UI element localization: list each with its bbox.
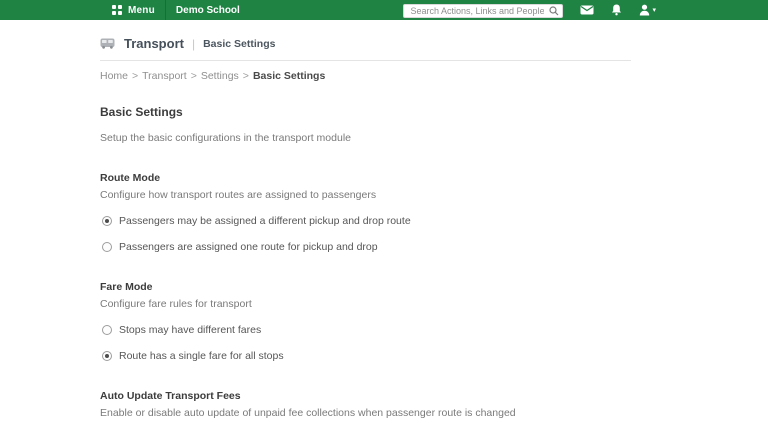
section-description: Enable or disable auto update of unpaid … (100, 407, 516, 419)
header-divider (100, 60, 631, 61)
breadcrumb-home[interactable]: Home (100, 70, 128, 82)
route-mode-option-different[interactable]: Passengers may be assigned a different p… (100, 215, 631, 227)
breadcrumb: Home > Transport > Settings > Basic Settings (100, 70, 326, 82)
section-auto-update-fees: Auto Update Transport Fees Enable or dis… (100, 390, 631, 430)
option-label: Passengers may be assigned a different p… (119, 215, 411, 227)
user-icon[interactable]: ▾ (639, 4, 656, 16)
page-header: Transport | Basic Settings (100, 36, 768, 51)
breadcrumb-settings[interactable]: Settings (201, 70, 239, 82)
navbar-divider (164, 0, 166, 20)
section-title: Fare Mode (100, 281, 153, 293)
breadcrumb-transport[interactable]: Transport (142, 70, 187, 82)
chevron-down-icon: ▾ (652, 6, 656, 14)
search-input[interactable] (403, 4, 564, 18)
menu-label: Menu (128, 4, 155, 16)
bell-icon[interactable] (611, 4, 622, 16)
option-label: Stops may have different fares (119, 324, 262, 336)
grid-menu-icon (112, 5, 122, 15)
section-title: Route Mode (100, 172, 161, 184)
module-title: Transport (124, 36, 184, 51)
page-title: Basic Settings (100, 105, 183, 119)
mail-icon[interactable] (580, 5, 594, 15)
fare-mode-option-single-fare[interactable]: Route has a single fare for all stops (100, 350, 631, 362)
breadcrumb-current: Basic Settings (252, 70, 326, 82)
route-mode-option-one-route[interactable]: Passengers are assigned one route for pi… (100, 241, 631, 253)
radio-route-one[interactable] (102, 242, 112, 252)
top-navbar: Menu Demo School Search Actions, Links a… (0, 0, 768, 20)
school-name[interactable]: Demo School (176, 5, 240, 16)
main-content: Basic Settings Setup the basic configura… (100, 105, 631, 430)
header-separator: | (191, 36, 196, 51)
option-label: Passengers are assigned one route for pi… (119, 241, 378, 253)
section-description: Configure fare rules for transport (100, 298, 252, 310)
radio-fare-different[interactable] (102, 325, 112, 335)
bus-icon (100, 38, 115, 49)
section-title: Auto Update Transport Fees (100, 390, 241, 402)
option-label: Route has a single fare for all stops (119, 350, 284, 362)
menu-button[interactable]: Menu (112, 0, 165, 20)
search-icon[interactable] (549, 3, 559, 21)
fare-mode-option-different-fares[interactable]: Stops may have different fares (100, 324, 631, 336)
radio-route-different[interactable] (102, 216, 112, 226)
page-description: Setup the basic configurations in the tr… (100, 132, 351, 144)
page-subtitle: Basic Settings (203, 37, 276, 50)
section-description: Configure how transport routes are assig… (100, 189, 377, 201)
section-route-mode: Route Mode Configure how transport route… (100, 172, 631, 253)
section-fare-mode: Fare Mode Configure fare rules for trans… (100, 281, 631, 362)
radio-fare-single[interactable] (102, 351, 112, 361)
